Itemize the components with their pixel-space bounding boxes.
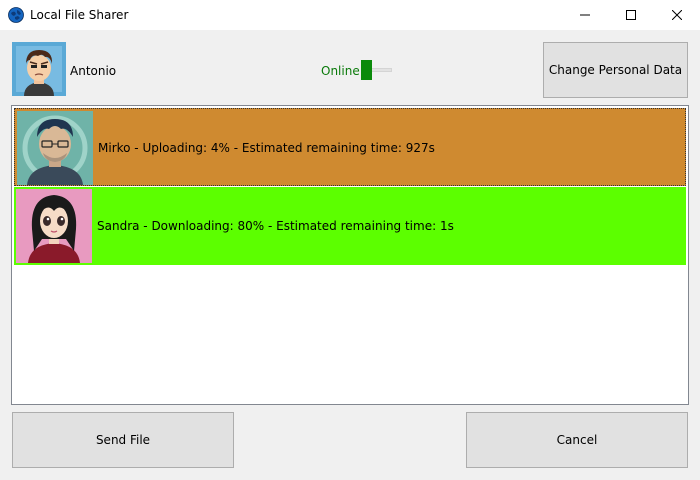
transfer-text: Mirko - Uploading: 4% - Estimated remain… [98,141,435,155]
maximize-icon [626,10,636,20]
transfer-row-mirko[interactable]: Mirko - Uploading: 4% - Estimated remain… [14,108,686,186]
online-toggle[interactable] [361,60,392,80]
maximize-button[interactable] [608,0,654,30]
user-name: Antonio [70,64,117,78]
send-file-button[interactable]: Send File [12,412,234,468]
toggle-track [371,68,392,72]
title-bar[interactable]: Local File Sharer [0,0,700,30]
transfer-list[interactable]: Mirko - Uploading: 4% - Estimated remain… [11,105,689,405]
close-button[interactable] [654,0,700,30]
status-label: Online [321,64,360,78]
transfer-row-sandra[interactable]: Sandra - Downloading: 80% - Estimated re… [14,187,686,265]
contact-avatar-sandra [16,189,92,263]
minimize-icon [580,14,590,16]
contact-avatar-mirko [17,111,93,185]
minimize-button[interactable] [562,0,608,30]
close-icon [672,10,682,20]
change-personal-data-button[interactable]: Change Personal Data [543,42,688,98]
cancel-button[interactable]: Cancel [466,412,688,468]
transfer-text: Sandra - Downloading: 80% - Estimated re… [97,219,454,233]
globe-icon [8,7,24,23]
toggle-knob[interactable] [361,60,372,80]
window-title: Local File Sharer [30,8,129,22]
user-avatar [12,42,66,96]
